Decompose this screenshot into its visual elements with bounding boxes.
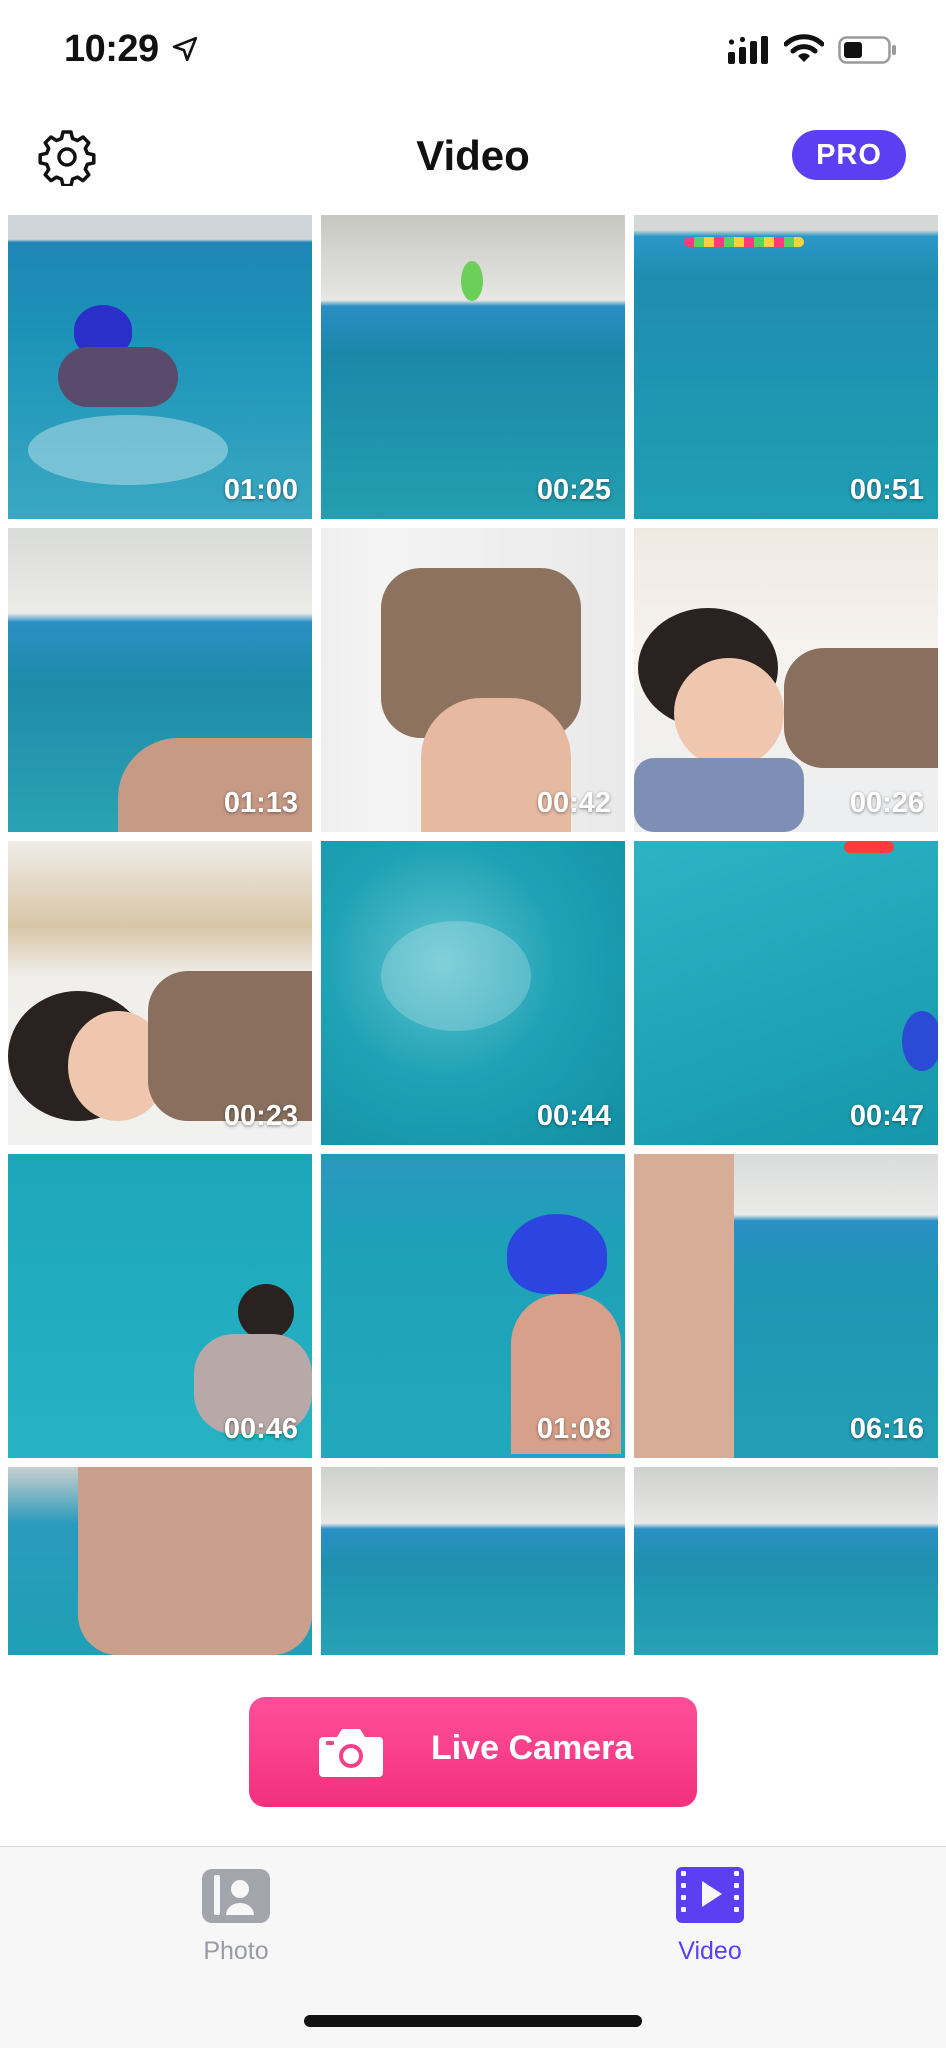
video-grid: 01:00 00:25 00:51 01:13 00:42 00:26 00:2… bbox=[8, 215, 938, 1655]
tab-photo-label: Photo bbox=[203, 1937, 269, 1965]
home-indicator[interactable] bbox=[304, 2015, 642, 2027]
man-face bbox=[78, 1467, 312, 1655]
tab-photo[interactable]: Photo bbox=[156, 1865, 316, 1975]
wifi-icon bbox=[784, 34, 824, 62]
camera-icon bbox=[319, 1729, 383, 1777]
video-thumbnail[interactable]: 00:26 bbox=[634, 528, 938, 832]
video-duration: 01:13 bbox=[223, 787, 298, 819]
pro-button[interactable]: PRO bbox=[792, 130, 906, 180]
video-thumbnail[interactable] bbox=[321, 1467, 625, 1655]
location-arrow-icon bbox=[172, 36, 198, 62]
child-head bbox=[238, 1284, 294, 1340]
video-thumbnail[interactable]: 01:08 bbox=[321, 1154, 625, 1458]
status-bar: 10:29 bbox=[0, 0, 946, 100]
video-thumbnail[interactable]: 00:25 bbox=[321, 215, 625, 519]
man-body bbox=[634, 1154, 734, 1458]
video-thumbnail[interactable]: 00:47 bbox=[634, 841, 938, 1145]
video-duration: 00:47 bbox=[849, 1100, 924, 1132]
blue-cap bbox=[902, 1011, 938, 1071]
swimmer-cap bbox=[507, 1214, 607, 1294]
status-time: 10:29 bbox=[64, 28, 159, 70]
video-duration: 00:26 bbox=[849, 787, 924, 819]
battery-icon bbox=[838, 36, 896, 64]
red-float bbox=[844, 841, 894, 853]
video-duration: 00:25 bbox=[536, 474, 611, 506]
video-duration: 01:08 bbox=[536, 1413, 611, 1445]
video-thumbnail[interactable]: 01:13 bbox=[8, 528, 312, 832]
tab-video-label: Video bbox=[678, 1937, 742, 1965]
video-thumbnail[interactable] bbox=[634, 1467, 938, 1655]
video-thumbnail[interactable]: 06:16 bbox=[634, 1154, 938, 1458]
video-duration: 00:44 bbox=[536, 1100, 611, 1132]
pool-floats bbox=[684, 237, 804, 247]
tab-video[interactable]: Video bbox=[630, 1865, 790, 1975]
child-face bbox=[674, 658, 784, 768]
photo-icon bbox=[202, 1869, 270, 1923]
video-thumbnail[interactable]: 00:23 bbox=[8, 841, 312, 1145]
video-duration: 00:46 bbox=[223, 1413, 298, 1445]
video-duration: 00:42 bbox=[536, 787, 611, 819]
video-duration: 06:16 bbox=[849, 1413, 924, 1445]
child-shirt bbox=[148, 971, 312, 1121]
video-duration: 01:00 bbox=[223, 474, 298, 506]
video-duration: 00:51 bbox=[849, 474, 924, 506]
pillow bbox=[634, 758, 804, 832]
video-thumbnail[interactable]: 01:00 bbox=[8, 215, 312, 519]
water-splash bbox=[28, 415, 228, 485]
tab-bar: Photo Video bbox=[0, 1846, 946, 2048]
video-duration: 00:23 bbox=[223, 1100, 298, 1132]
cellular-signal-icon bbox=[728, 36, 768, 64]
header: Video PRO bbox=[0, 110, 946, 210]
video-icon bbox=[676, 1867, 744, 1923]
live-camera-label: Live Camera bbox=[431, 1729, 634, 1767]
video-thumbnail[interactable]: 00:46 bbox=[8, 1154, 312, 1458]
video-thumbnail[interactable] bbox=[8, 1467, 312, 1655]
video-thumbnail[interactable]: 00:51 bbox=[634, 215, 938, 519]
child-shirt bbox=[784, 648, 938, 768]
water-splash bbox=[381, 921, 531, 1031]
pool-ornament bbox=[461, 261, 483, 301]
video-thumbnail[interactable]: 00:42 bbox=[321, 528, 625, 832]
video-thumbnail[interactable]: 00:44 bbox=[321, 841, 625, 1145]
swimmer-body bbox=[58, 347, 178, 407]
live-camera-button[interactable]: Live Camera bbox=[249, 1697, 697, 1807]
